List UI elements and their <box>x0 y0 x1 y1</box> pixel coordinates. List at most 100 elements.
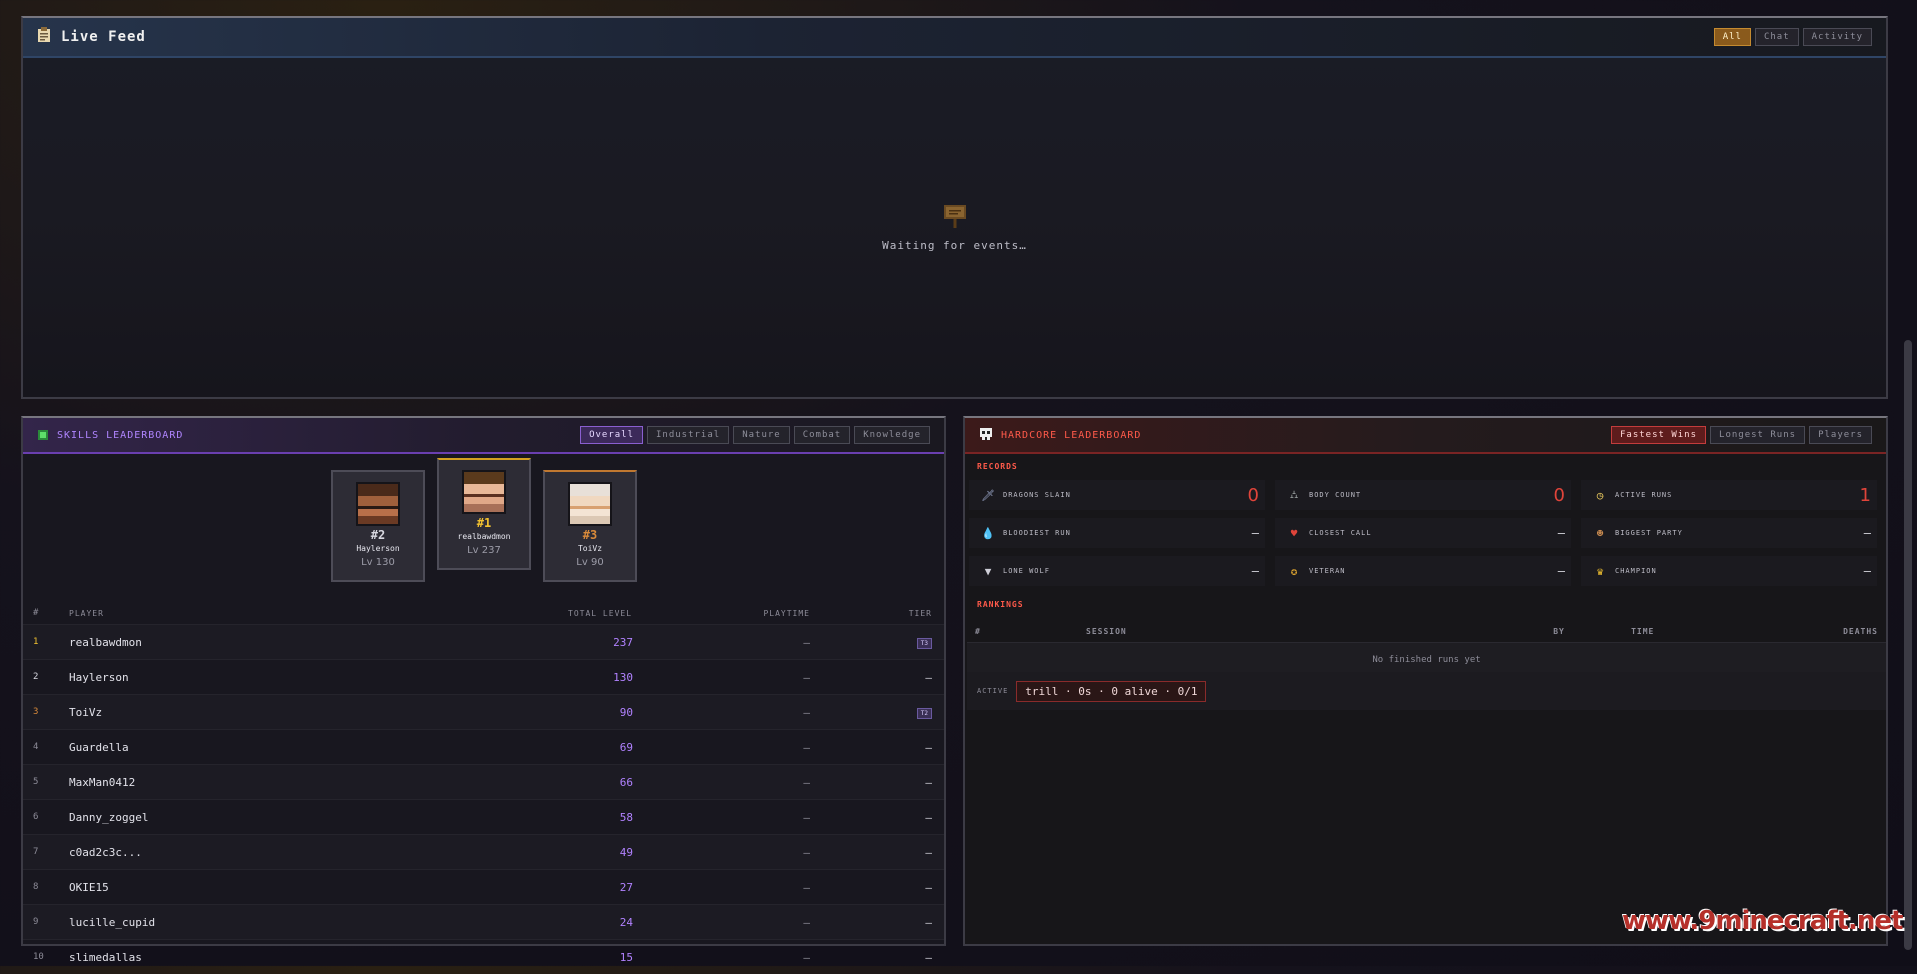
clipboard-icon <box>37 27 51 47</box>
tab-chat[interactable]: Chat <box>1755 28 1799 46</box>
podium-third[interactable]: #3 ToiVz Lv 90 <box>543 470 637 582</box>
record-value: — <box>1864 526 1871 540</box>
col-total-level: TOTAL LEVEL <box>391 602 633 625</box>
table-header: # PLAYER TOTAL LEVEL PLAYTIME TIER <box>23 602 944 625</box>
record-stat: ♥CLOSEST CALL— <box>1275 518 1571 548</box>
row-playtime: – <box>633 800 811 835</box>
record-stat: ♛CHAMPION— <box>1581 556 1877 586</box>
col-rank: # <box>967 620 1006 643</box>
podium-second[interactable]: #2 Haylerson Lv 130 <box>331 470 425 582</box>
table-row[interactable]: 2Haylerson130–— <box>23 660 944 695</box>
tab-fastest-wins[interactable]: Fastest Wins <box>1611 426 1706 444</box>
table-row[interactable]: 1realbawdmon237–T3 <box>23 625 944 660</box>
wolf-icon: ▼ <box>981 565 995 578</box>
podium-level: Lv 130 <box>333 557 423 568</box>
avatar <box>568 482 612 526</box>
tab-knowledge[interactable]: Knowledge <box>854 426 930 444</box>
tab-longest-runs[interactable]: Longest Runs <box>1710 426 1805 444</box>
record-stat: ✪VETERAN— <box>1275 556 1571 586</box>
row-rank: 1 <box>23 625 68 660</box>
row-tier: — <box>811 835 944 870</box>
live-feed-tabs: All Chat Activity <box>1714 28 1872 46</box>
record-stat: ▼LONE WOLF— <box>969 556 1265 586</box>
gravestone-icon: ⛼ <box>1287 488 1301 503</box>
table-row[interactable]: 9lucille_cupid24–— <box>23 905 944 940</box>
row-player: realbawdmon <box>68 625 391 660</box>
avatar <box>462 470 506 514</box>
row-total-level: 130 <box>391 660 633 695</box>
row-rank: 8 <box>23 870 68 905</box>
tab-industrial[interactable]: Industrial <box>647 426 729 444</box>
row-tier: — <box>811 730 944 765</box>
table-row[interactable]: 4Guardella69–— <box>23 730 944 765</box>
skills-table: # PLAYER TOTAL LEVEL PLAYTIME TIER 1real… <box>23 602 944 974</box>
podium-level: Lv 90 <box>545 557 635 568</box>
row-playtime: – <box>633 695 811 730</box>
medal-icon: ✪ <box>1287 565 1301 578</box>
live-feed-title: Live Feed <box>61 29 146 45</box>
clock-icon: ◷ <box>1593 489 1607 502</box>
blood-drop-icon: 💧 <box>981 527 995 540</box>
row-player: Danny_zoggel <box>68 800 391 835</box>
row-tier: — <box>811 765 944 800</box>
podium-first[interactable]: #1 realbawdmon Lv 237 <box>437 458 531 570</box>
tab-players[interactable]: Players <box>1809 426 1872 444</box>
records-heading: RECORDS <box>977 462 1018 471</box>
tab-all[interactable]: All <box>1714 28 1751 46</box>
podium-name: Haylerson <box>333 544 423 553</box>
tab-nature[interactable]: Nature <box>733 426 790 444</box>
table-row[interactable]: 3ToiVz90–T2 <box>23 695 944 730</box>
row-player: OKIE15 <box>68 870 391 905</box>
record-label: BIGGEST PARTY <box>1615 529 1683 537</box>
row-rank: 6 <box>23 800 68 835</box>
active-run-chip[interactable]: trill · 0s · 0 alive · 0/1 <box>1016 681 1206 702</box>
row-rank: 3 <box>23 695 68 730</box>
row-total-level: 66 <box>391 765 633 800</box>
record-value: — <box>1558 526 1565 540</box>
row-total-level: 27 <box>391 870 633 905</box>
row-tier: — <box>811 905 944 940</box>
table-row[interactable]: 10slimedallas15–— <box>23 940 944 974</box>
hardcore-leaderboard-panel: HARDCORE LEADERBOARD Fastest Wins Longes… <box>963 416 1888 946</box>
table-row[interactable]: 5MaxMan041266–— <box>23 765 944 800</box>
table-row[interactable]: 6Danny_zoggel58–— <box>23 800 944 835</box>
row-player: slimedallas <box>68 940 391 974</box>
tab-combat[interactable]: Combat <box>794 426 851 444</box>
table-row[interactable]: 8OKIE1527–— <box>23 870 944 905</box>
record-stat: ☻BIGGEST PARTY— <box>1581 518 1877 548</box>
record-value: 0 <box>1248 485 1259 506</box>
watermark: www.9minecraft.net <box>1622 906 1902 936</box>
row-playtime: – <box>633 870 811 905</box>
row-total-level: 49 <box>391 835 633 870</box>
row-rank: 5 <box>23 765 68 800</box>
row-player: ToiVz <box>68 695 391 730</box>
podium-name: ToiVz <box>545 544 635 553</box>
hardcore-tabs: Fastest Wins Longest Runs Players <box>1611 426 1872 444</box>
record-value: — <box>1252 526 1259 540</box>
avatar <box>356 482 400 526</box>
page-scrollbar[interactable] <box>1904 340 1912 950</box>
row-rank: 2 <box>23 660 68 695</box>
row-total-level: 24 <box>391 905 633 940</box>
row-rank: 7 <box>23 835 68 870</box>
record-label: BLOODIEST RUN <box>1003 529 1071 537</box>
tab-activity[interactable]: Activity <box>1803 28 1872 46</box>
sword-icon: 🗡 <box>981 489 995 502</box>
row-player: Haylerson <box>68 660 391 695</box>
empty-message: Waiting for events… <box>23 239 1886 252</box>
tier-badge: T3 <box>917 638 932 649</box>
tab-overall[interactable]: Overall <box>580 426 643 444</box>
live-feed-header: Live Feed All Chat Activity <box>23 18 1886 58</box>
col-player: PLAYER <box>68 602 391 625</box>
col-playtime: PLAYTIME <box>633 602 811 625</box>
podium-rank: #1 <box>439 516 529 530</box>
sign-icon <box>943 214 967 233</box>
row-tier: — <box>811 660 944 695</box>
podium-name: realbawdmon <box>439 532 529 541</box>
active-runs-row: ACTIVE trill · 0s · 0 alive · 0/1 <box>967 672 1886 710</box>
record-value: — <box>1252 564 1259 578</box>
crown-icon: ♛ <box>1593 565 1607 578</box>
row-playtime: – <box>633 835 811 870</box>
table-row[interactable]: 7c0ad2c3c...49–— <box>23 835 944 870</box>
row-player: Guardella <box>68 730 391 765</box>
